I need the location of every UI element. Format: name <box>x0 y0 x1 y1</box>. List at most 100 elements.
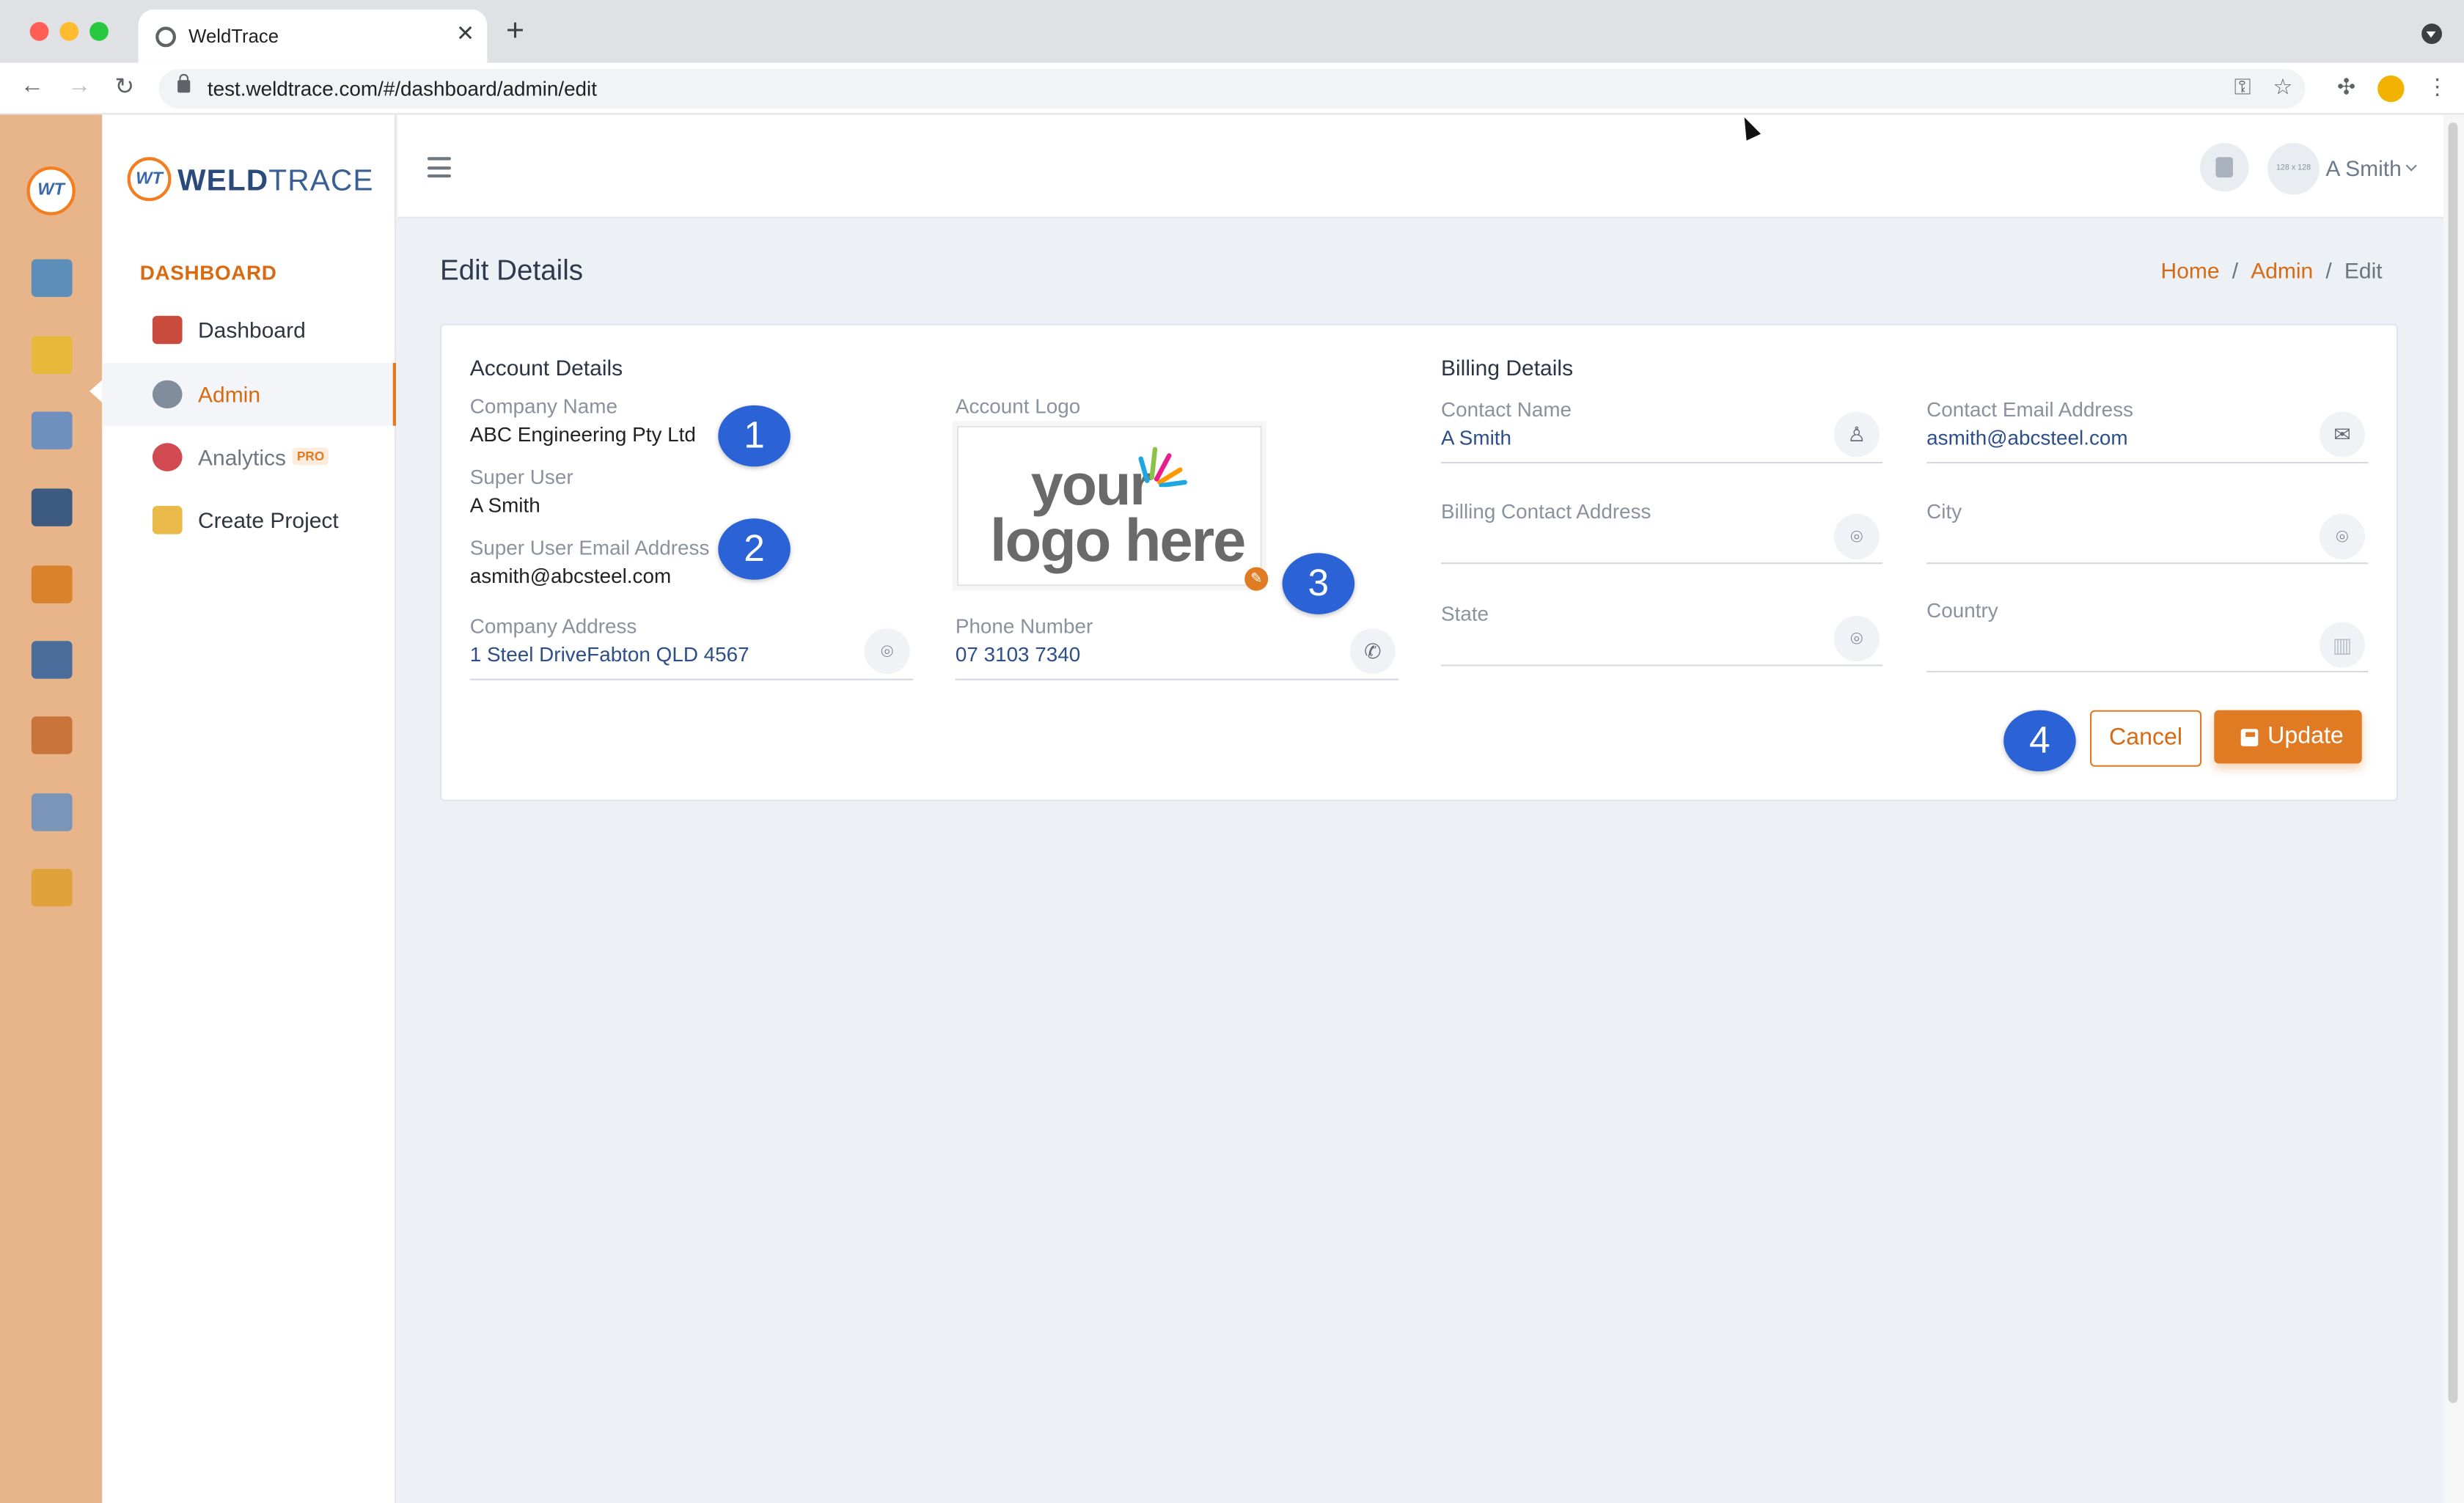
page-title: Edit Details <box>440 254 584 286</box>
city-label: City <box>1926 499 1962 523</box>
org-chart-icon[interactable] <box>31 565 73 603</box>
annotation-marker-2: 2 <box>718 518 791 580</box>
report-icon[interactable] <box>31 793 73 831</box>
building-icon: ▥ <box>2319 622 2365 668</box>
user-icon: ♙ <box>1833 411 1880 457</box>
folder-settings-icon[interactable] <box>31 336 73 374</box>
super-user-email-label: Super User Email Address <box>469 535 710 559</box>
star-icon[interactable]: ☆ <box>2273 74 2293 99</box>
welder-icon[interactable] <box>31 488 73 526</box>
page-scrollbar[interactable] <box>2443 114 2464 1503</box>
close-tab-icon[interactable]: ✕ <box>456 21 474 47</box>
machine-icon[interactable] <box>31 641 73 679</box>
location-pin-icon: ⌾ <box>1833 616 1880 662</box>
folder-add-icon <box>152 506 183 534</box>
avatar[interactable]: 128 x 128 <box>2267 143 2320 195</box>
state-underline <box>1440 664 1883 666</box>
company-address-underline <box>469 678 913 680</box>
chart-icon <box>152 315 183 345</box>
annotation-marker-1: 1 <box>718 405 791 467</box>
cancel-button[interactable]: Cancel <box>2090 710 2202 767</box>
certificate-icon[interactable] <box>31 869 73 907</box>
weldtrace-logo-icon[interactable]: WT <box>26 166 76 216</box>
close-window-button[interactable] <box>29 22 49 41</box>
chevron-down-icon[interactable] <box>2405 160 2417 172</box>
browser-toolbar: ← → ↻ test.weldtrace.com/#/dashboard/adm… <box>0 62 2464 115</box>
profile-avatar[interactable] <box>2377 75 2405 102</box>
super-user-value: A Smith <box>469 493 540 517</box>
reload-icon[interactable]: ↻ <box>114 73 134 100</box>
notes-icon[interactable] <box>2200 143 2249 192</box>
top-header: 128 x 128 A Smith <box>397 114 2444 218</box>
contact-name-underline <box>1440 462 1883 464</box>
hamburger-menu-icon[interactable] <box>427 157 451 178</box>
company-address-label: Company Address <box>469 614 637 638</box>
account-logo-image[interactable]: your logo here <box>957 425 1262 587</box>
edit-logo-pencil-icon[interactable]: ✎ <box>1244 567 1269 591</box>
lock-icon[interactable] <box>177 73 191 93</box>
maximize-window-button[interactable] <box>89 22 109 41</box>
sidebar-item-label: Analytics <box>198 444 287 470</box>
state-label: State <box>1440 601 1489 625</box>
new-tab-button[interactable]: + <box>506 15 524 47</box>
user-name[interactable]: A Smith <box>2325 155 2401 180</box>
breadcrumb-admin[interactable]: Admin <box>2251 257 2313 282</box>
super-user-label: Super User <box>469 465 573 489</box>
save-icon <box>2240 729 2259 746</box>
update-button-label: Update <box>2267 722 2344 750</box>
minimize-window-button[interactable] <box>59 22 79 41</box>
contact-email-underline <box>1926 462 2369 464</box>
country-label: Country <box>1926 598 1998 622</box>
side-menu: WT WELDTRACE DASHBOARD Dashboard Admin A… <box>102 114 396 1503</box>
team-icon[interactable] <box>31 716 73 754</box>
location-pin-icon: ⌾ <box>2319 513 2365 559</box>
sidebar-item-label: Create Project <box>198 507 339 533</box>
tab-search-icon[interactable] <box>2421 23 2442 44</box>
edit-details-card: Account Details Company Name ABC Enginee… <box>440 323 2398 801</box>
extensions-icon[interactable]: ✣ <box>2337 74 2355 99</box>
sidebar-item-admin[interactable]: Admin <box>102 362 396 426</box>
breadcrumb: Home / Admin / Edit <box>2160 257 2383 283</box>
globe-icon <box>155 26 176 48</box>
brand-badge-icon: WT <box>127 157 172 202</box>
logo-text-line2: logo here <box>990 509 1246 576</box>
sidebar-item-dashboard[interactable]: Dashboard <box>102 298 396 361</box>
company-name-label: Company Name <box>469 394 618 418</box>
browser-tab[interactable]: WeldTrace ✕ <box>138 9 488 63</box>
monitor-icon[interactable] <box>31 259 73 297</box>
breadcrumb-home[interactable]: Home <box>2161 257 2220 282</box>
key-icon[interactable]: ⚿ <box>2234 74 2251 99</box>
phone-number-label: Phone Number <box>955 614 1093 638</box>
scrollbar-thumb[interactable] <box>2448 122 2458 1403</box>
billing-details-title: Billing Details <box>1440 355 1574 381</box>
admin-gear-icon <box>152 380 183 409</box>
logo-burst-icon <box>1138 447 1187 488</box>
menu-heading: DASHBOARD <box>139 260 277 284</box>
location-pin-icon: ⌾ <box>864 628 910 675</box>
update-button[interactable]: Update <box>2214 710 2362 764</box>
location-pin-icon: ⌾ <box>1833 513 1880 559</box>
address-bar[interactable]: test.weldtrace.com/#/dashboard/admin/edi… <box>158 69 2306 109</box>
checklist-icon[interactable] <box>31 411 73 449</box>
url-text[interactable]: test.weldtrace.com/#/dashboard/admin/edi… <box>208 77 597 100</box>
envelope-icon: ✉ <box>2319 411 2365 457</box>
contact-email-field[interactable]: asmith@abcsteel.com <box>1926 426 2127 449</box>
contact-name-label: Contact Name <box>1440 397 1572 422</box>
billing-address-label: Billing Contact Address <box>1440 499 1651 523</box>
brand-name: WELDTRACE <box>177 165 374 198</box>
super-user-email-value: asmith@abcsteel.com <box>469 564 672 588</box>
sidebar-item-create-project[interactable]: Create Project <box>102 488 396 551</box>
browser-tabstrip: WeldTrace ✕ + <box>0 0 2464 63</box>
forward-arrow-icon[interactable]: → <box>67 73 91 99</box>
annotation-marker-4: 4 <box>2003 710 2076 772</box>
phone-underline <box>955 678 1399 680</box>
analytics-icon <box>152 443 183 471</box>
phone-number-field[interactable]: 07 3103 7340 <box>956 642 1080 666</box>
company-address-field[interactable]: 1 Steel DriveFabton QLD 4567 <box>470 642 749 666</box>
browser-menu-icon[interactable]: ⋮ <box>2427 74 2449 99</box>
phone-icon: ✆ <box>1349 628 1396 675</box>
billing-address-underline <box>1440 562 1883 565</box>
contact-name-field[interactable]: A Smith <box>1441 426 1511 449</box>
sidebar-item-analytics[interactable]: Analytics PRO <box>102 426 396 489</box>
back-arrow-icon[interactable]: ← <box>21 73 44 99</box>
